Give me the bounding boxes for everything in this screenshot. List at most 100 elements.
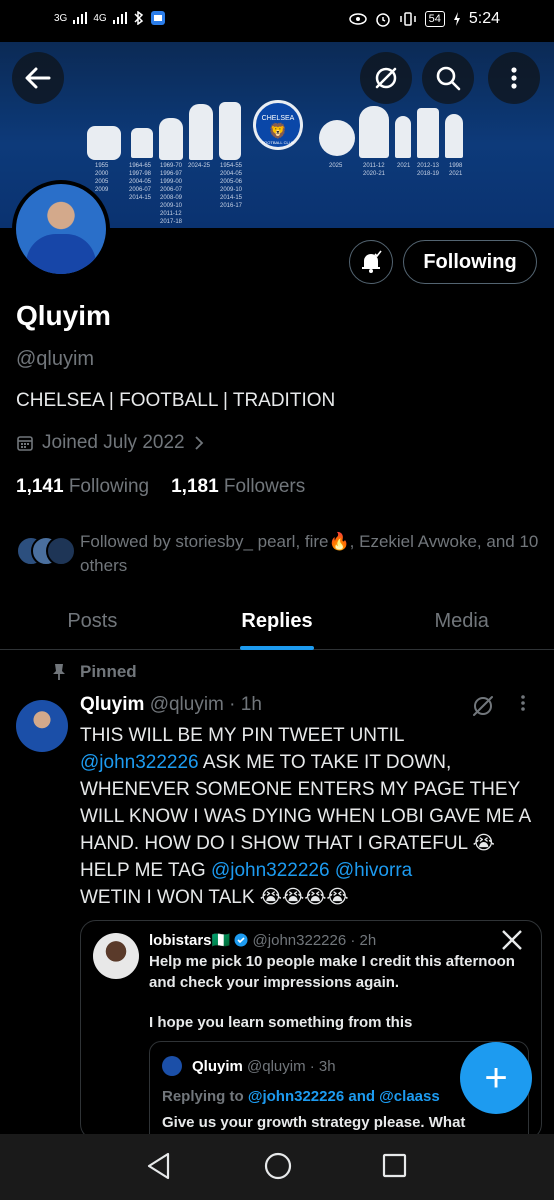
- tweet-author[interactable]: Qluyim: [80, 694, 144, 715]
- nested-avatar: [162, 1056, 182, 1076]
- following-label: Following: [68, 476, 150, 497]
- profile-bio: CHELSEA | FOOTBALL | TRADITION: [16, 390, 336, 411]
- charging-icon: [453, 12, 460, 26]
- tab-media[interactable]: Media: [369, 596, 554, 649]
- crest-name: CHELSEA: [261, 115, 295, 122]
- followers-stat[interactable]: 1,181 Followers: [171, 476, 305, 498]
- joined-date[interactable]: Joined July 2022: [16, 432, 205, 454]
- more-vertical-icon: [521, 695, 525, 711]
- clock: 5:24: [468, 10, 500, 27]
- nav-home-icon[interactable]: [264, 1152, 292, 1180]
- tweet-header: Qluyim @qluyim · 1h: [80, 694, 262, 716]
- trophy-years: 1969-70 1996-97 1999-00 2006-07 2008-09 …: [160, 163, 183, 225]
- trophy-icon: [87, 126, 121, 160]
- status-left: 3G 4G: [54, 11, 165, 25]
- compose-button[interactable]: +: [460, 1042, 532, 1114]
- trophy-icon: [319, 120, 355, 156]
- trophy-icon: [445, 114, 463, 158]
- plus-icon: +: [484, 1055, 508, 1100]
- tweet-avatar[interactable]: [16, 700, 68, 752]
- followed-by-avatars: [16, 536, 76, 570]
- avatar-shirt: [26, 234, 96, 274]
- mention-link[interactable]: @john322226: [211, 860, 330, 881]
- trophy-years: 1954-55 2004-05 2005-06 2009-10 2014-15 …: [220, 163, 243, 209]
- profile-avatar[interactable]: [12, 180, 110, 278]
- followed-by[interactable]: Followed by storiesby_ pearl, fire🔥, Eze…: [16, 530, 541, 578]
- profile-name: Qluyim: [16, 300, 111, 331]
- tweet-more-button[interactable]: [520, 694, 526, 717]
- status-right: 54 5:24: [348, 10, 500, 28]
- trophy-icon: [359, 106, 389, 158]
- followers-label: Followers: [223, 476, 306, 497]
- follow-stats: 1,141 Following 1,181 Followers: [16, 476, 305, 498]
- profile-handle: @qluyim: [16, 348, 95, 370]
- avatar: [46, 536, 76, 566]
- nested-text: Give us your growth strategy please. Wha…: [162, 1114, 466, 1131]
- bell-icon: [362, 250, 382, 273]
- vibrate-icon: [399, 12, 416, 26]
- arrow-left-icon: [25, 67, 51, 89]
- more-button[interactable]: [488, 52, 540, 104]
- nested-header: Qluyim @qluyim · 3h: [192, 1058, 336, 1075]
- lion-icon: 🦁: [268, 123, 288, 140]
- tweet-line: WETIN I WON TALK 😭😭😭😭: [80, 887, 349, 908]
- following-button[interactable]: Following: [403, 240, 537, 284]
- quote-meta: @john322226 · 2h: [252, 932, 377, 949]
- grok-icon: [473, 696, 493, 716]
- verified-icon: [234, 933, 248, 947]
- tweet-line: HELP ME TAG: [80, 860, 211, 881]
- tweet-text: THIS WILL BE MY PIN TWEET UNTIL @john322…: [80, 722, 542, 911]
- profile-tabs: Posts Replies Media: [0, 596, 554, 650]
- eye-icon: [348, 13, 367, 25]
- trophy-years: 2025: [329, 163, 343, 169]
- pin-icon: [53, 664, 65, 680]
- avatar-image: [16, 184, 106, 274]
- tab-replies[interactable]: Replies: [185, 596, 370, 650]
- grok-icon: [375, 67, 397, 89]
- more-vertical-icon: [511, 67, 517, 89]
- replying-to-users[interactable]: @john322226 and @claass: [248, 1088, 440, 1105]
- search-icon: [436, 66, 461, 91]
- joined-label: Joined July 2022: [42, 432, 185, 453]
- followed-by-text: Followed by storiesby_ pearl, fire🔥, Eze…: [80, 532, 539, 575]
- pinned-indicator: Pinned: [52, 662, 137, 682]
- replying-to-prefix: Replying to: [162, 1088, 248, 1105]
- trophy-icon: [189, 104, 213, 160]
- bluetooth-icon: [134, 11, 143, 25]
- mention-link[interactable]: @hivorra: [335, 860, 412, 881]
- search-button[interactable]: [422, 52, 474, 104]
- trophy-years: 1955 2000 2005 2009: [95, 163, 109, 193]
- notifications-button[interactable]: [349, 240, 393, 284]
- back-button[interactable]: [12, 52, 64, 104]
- nested-meta: @qluyim · 3h: [247, 1058, 336, 1075]
- nav-recents-icon[interactable]: [382, 1152, 408, 1180]
- followers-count: 1,181: [171, 476, 219, 497]
- tweet-line: THIS WILL BE MY PIN TWEET UNTIL: [80, 725, 405, 746]
- quote-avatar: [93, 933, 139, 979]
- trophy-icon: [219, 102, 241, 160]
- nested-author: Qluyim: [192, 1058, 243, 1075]
- trophy-years: 1964-65 1997-98 2004-05 2006-07 2014-15: [129, 163, 152, 201]
- tab-posts[interactable]: Posts: [0, 596, 185, 649]
- quote-text: Help me pick 10 people make I credit thi…: [149, 953, 515, 991]
- grok-button[interactable]: [360, 52, 412, 104]
- trophy-years: 1998 2021: [449, 163, 463, 177]
- quote-author: lobistars🇳🇬: [149, 932, 231, 949]
- chelsea-crest: CHELSEA 🦁 FOOTBALL CLUB: [253, 100, 303, 150]
- quoted-tweet[interactable]: lobistars🇳🇬 @john322226 · 2h Help me pic…: [80, 920, 542, 1140]
- system-nav-bar: [0, 1134, 554, 1200]
- following-count: 1,141: [16, 476, 64, 497]
- alarm-icon: [375, 13, 390, 27]
- quote-header: lobistars🇳🇬 @john322226 · 2h: [149, 931, 376, 949]
- trophy-icon: [395, 116, 411, 158]
- tweet-grok-button[interactable]: [472, 695, 494, 722]
- trophy-graphic: CHELSEA 🦁 FOOTBALL CLUB 1955 2000 2005 2…: [85, 100, 485, 225]
- mention-link[interactable]: @john322226: [80, 752, 199, 773]
- nav-back-icon[interactable]: [146, 1152, 172, 1180]
- trophy-years: 2011-12 2020-21: [363, 163, 386, 177]
- signal-icon: [112, 12, 127, 24]
- trophy-icon: [131, 128, 153, 158]
- chevron-right-icon: [194, 436, 203, 450]
- following-stat[interactable]: 1,141 Following: [16, 476, 149, 498]
- network-3g-label: 3G: [54, 12, 68, 24]
